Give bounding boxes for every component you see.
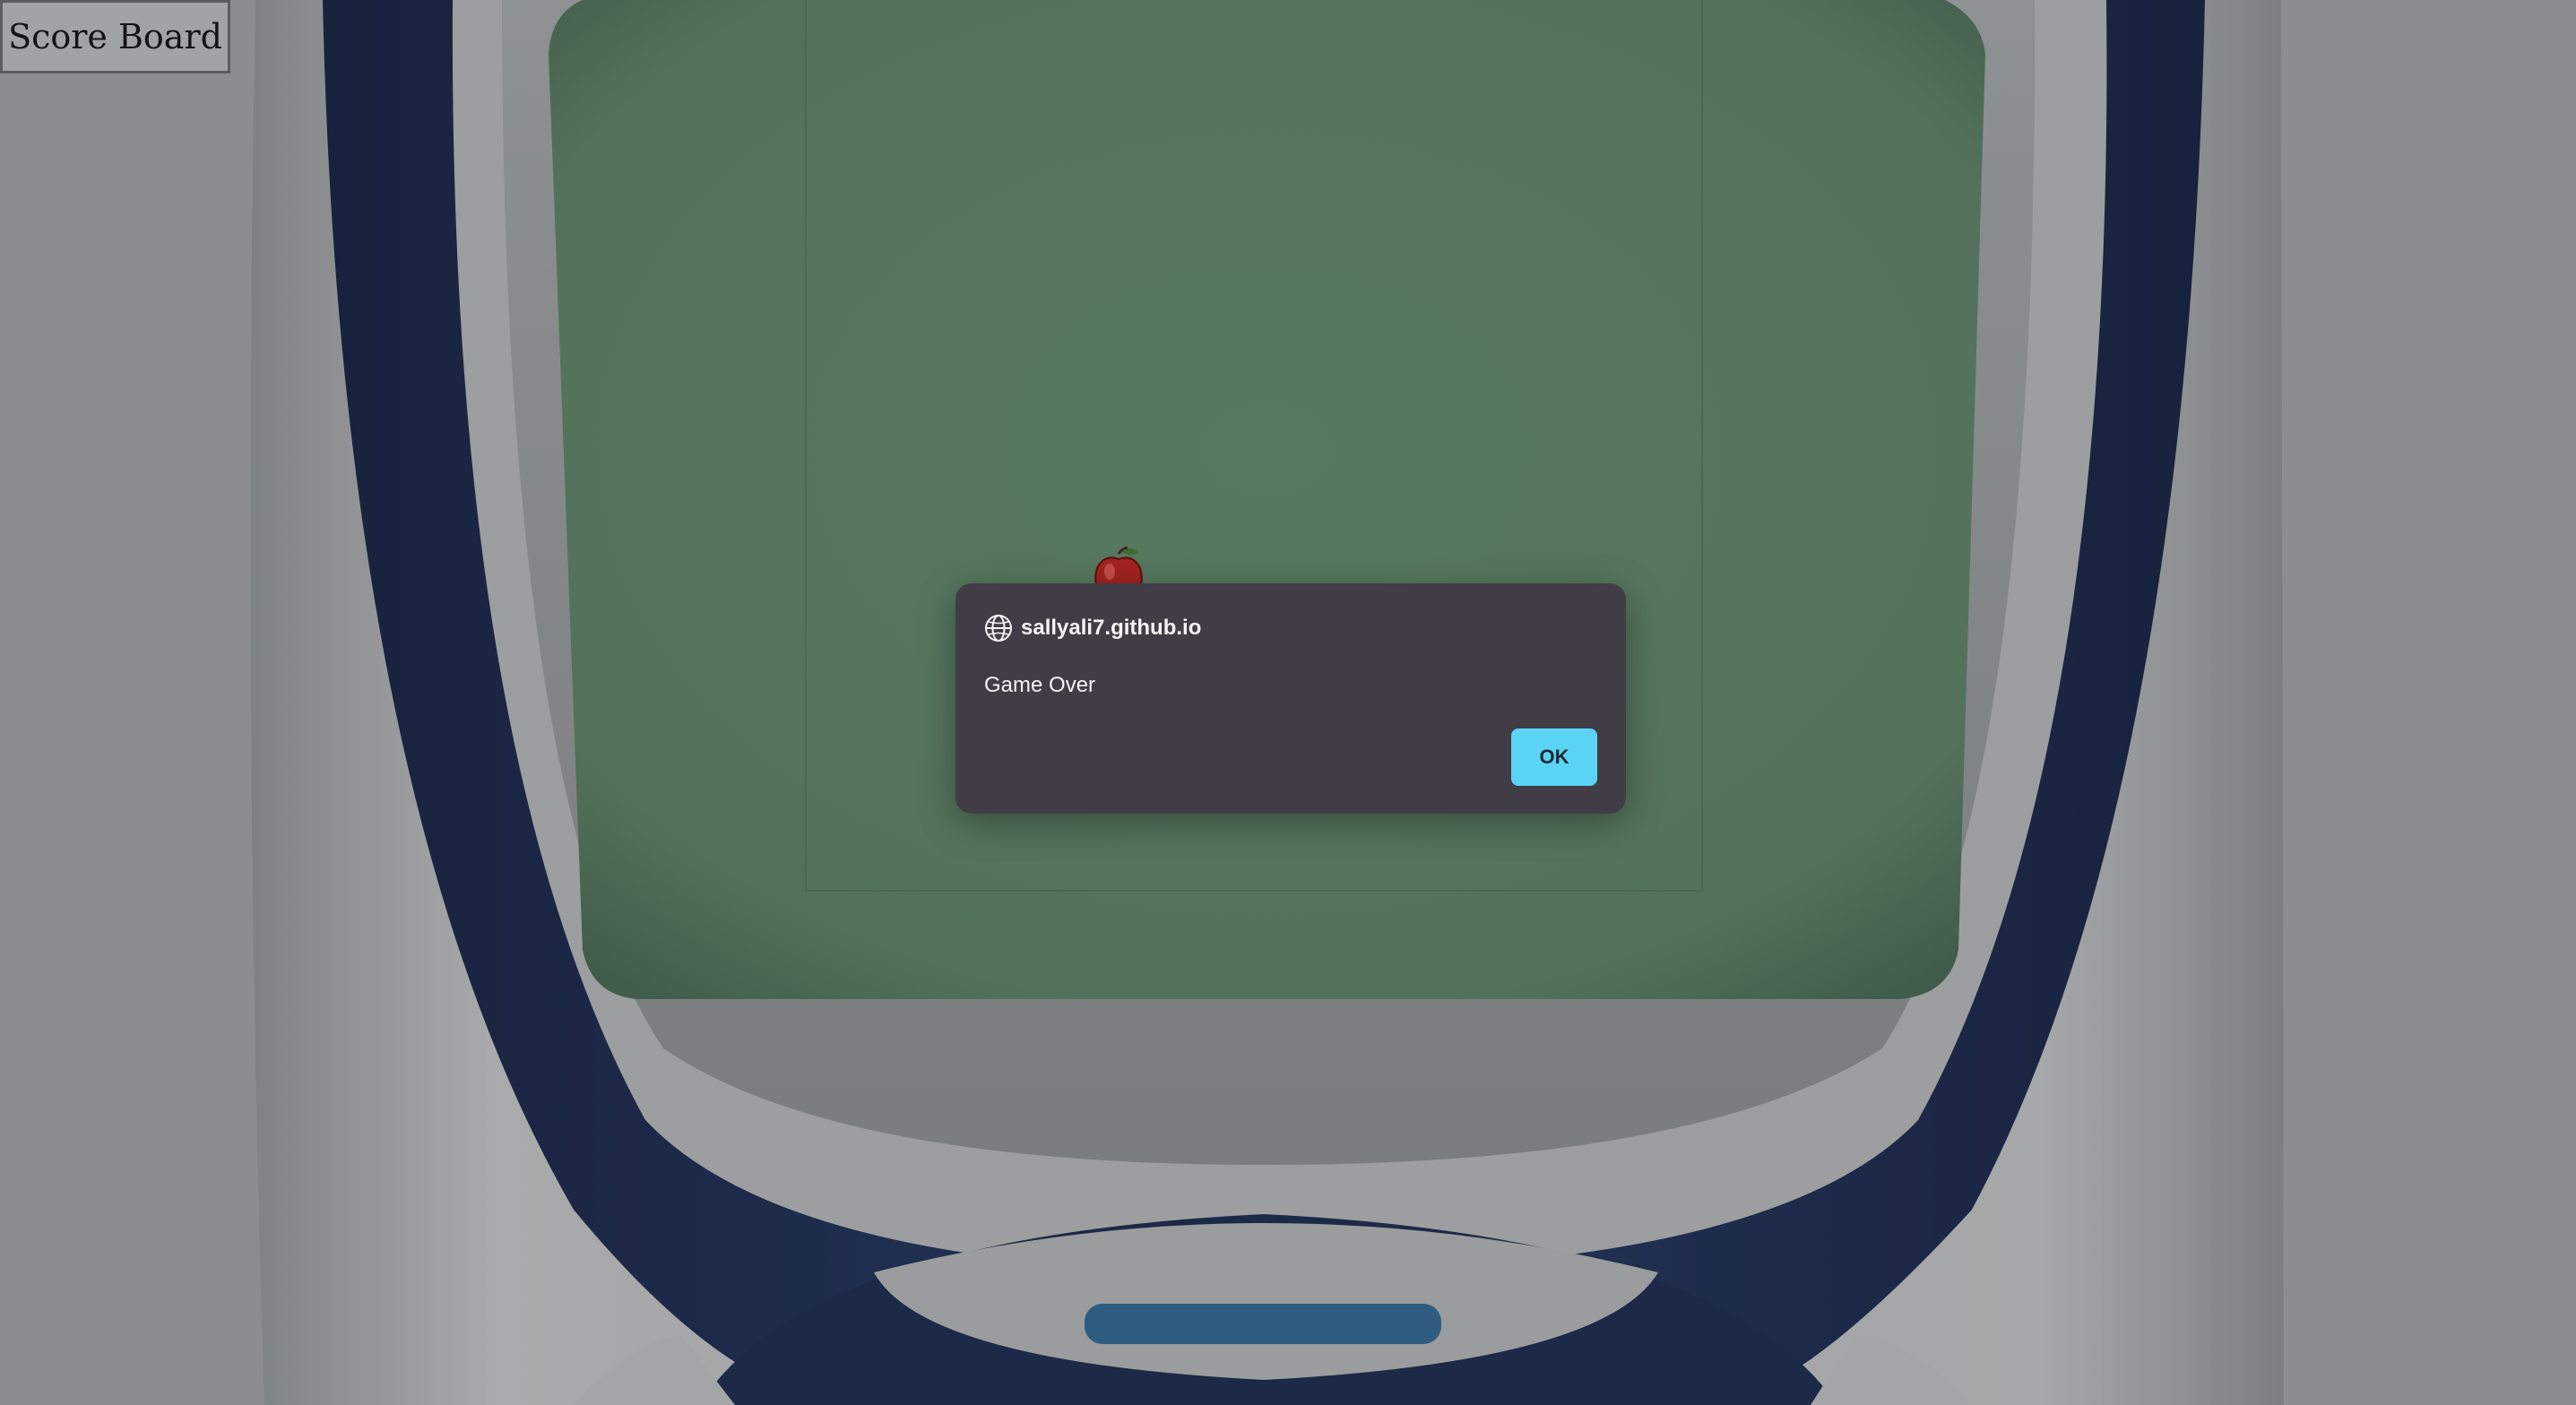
dialog-origin: sallyali7.github.io <box>1021 616 1202 640</box>
game-stage: Score Board sallyali7.github.io Game Ove… <box>0 0 2576 1405</box>
ok-button[interactable]: OK <box>1511 728 1597 786</box>
globe-icon <box>985 615 1012 642</box>
dialog-message: Game Over <box>984 673 1096 697</box>
alert-dialog: sallyali7.github.io Game Over OK <box>955 583 1626 814</box>
dialog-header: sallyali7.github.io <box>983 613 1201 643</box>
score-board: Score Board <box>0 0 230 73</box>
